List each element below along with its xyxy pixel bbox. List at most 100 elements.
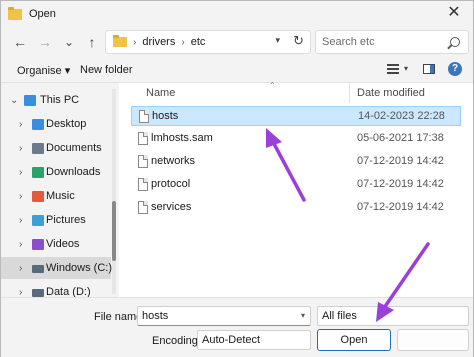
encoding-label: Encoding:: [152, 335, 201, 347]
address-bar[interactable]: › drivers › etc ▾ ↻: [105, 30, 311, 54]
column-header-date-modified[interactable]: Date modified: [357, 87, 425, 105]
preview-pane-icon[interactable]: [423, 64, 435, 74]
chevron-down-icon[interactable]: ▾: [301, 311, 305, 320]
chevron-down-icon[interactable]: ⌄: [10, 95, 18, 106]
encoding-value: Auto-Detect: [202, 334, 261, 346]
file-row-hosts[interactable]: hosts 14-02-2023 22:28: [131, 106, 461, 126]
file-row-lmhosts[interactable]: lmhosts.sam 05-06-2021 17:38: [131, 129, 461, 149]
chevron-right-icon[interactable]: ›: [19, 215, 22, 226]
chevron-right-icon[interactable]: ›: [19, 167, 22, 178]
navigation-bar: ← → ⌄ ↑ › drivers › etc ▾ ↻ Search etc: [1, 27, 473, 57]
file-icon: [138, 155, 148, 168]
file-name-input[interactable]: hosts: [142, 310, 168, 322]
sidebar-item-videos[interactable]: › Videos: [1, 233, 111, 255]
chevron-right-icon[interactable]: ›: [19, 287, 22, 298]
computer-icon: [24, 94, 36, 106]
open-dialog: Open ✕ ← → ⌄ ↑ › drivers › etc ▾ ↻ Searc…: [0, 0, 474, 357]
search-input[interactable]: Search etc: [322, 36, 375, 48]
sidebar-item-label: This PC: [40, 94, 80, 106]
refresh-icon[interactable]: ↻: [293, 33, 304, 49]
sidebar-item-music[interactable]: › Music: [1, 185, 111, 207]
videos-icon: [32, 238, 44, 250]
file-name: lmhosts.sam: [151, 132, 213, 144]
file-name: services: [151, 201, 192, 213]
sidebar-item-this-pc[interactable]: ⌄ This PC: [1, 89, 111, 111]
sidebar-item-downloads[interactable]: › Downloads: [1, 161, 111, 183]
new-folder-button[interactable]: New folder: [80, 64, 133, 76]
navigation-scrollbar-thumb[interactable]: [112, 201, 116, 261]
file-row-networks[interactable]: networks 07-12-2019 14:42: [131, 152, 461, 172]
chevron-right-icon[interactable]: ›: [19, 191, 22, 202]
chevron-right-icon: ›: [133, 36, 137, 48]
file-date: 14-02-2023 22:28: [358, 110, 445, 122]
file-name: hosts: [152, 110, 179, 122]
sidebar-item-documents[interactable]: › Documents: [1, 137, 111, 159]
sidebar-item-data-d[interactable]: › Data (D:): [1, 281, 111, 297]
close-icon[interactable]: ✕: [445, 4, 463, 22]
sidebar-item-pictures[interactable]: › Pictures: [1, 209, 111, 231]
chevron-right-icon[interactable]: ›: [19, 239, 22, 250]
breadcrumb-drivers[interactable]: drivers: [142, 36, 175, 48]
file-date: 07-12-2019 14:42: [357, 155, 444, 167]
recent-locations-icon[interactable]: ⌄: [60, 32, 78, 52]
file-icon: [138, 132, 148, 145]
file-type-value: All files: [322, 310, 357, 322]
sidebar-item-label: Documents: [46, 142, 102, 154]
view-options-icon[interactable]: [387, 64, 399, 74]
breadcrumb-etc[interactable]: etc: [191, 36, 206, 48]
drive-icon: [32, 265, 44, 273]
file-icon: [139, 110, 149, 123]
sidebar-item-label: Music: [46, 190, 75, 202]
up-arrow-icon[interactable]: ↑: [83, 32, 101, 52]
pictures-icon: [32, 214, 44, 226]
search-box[interactable]: Search etc: [315, 30, 469, 54]
sidebar-item-label: Videos: [46, 238, 80, 250]
chevron-right-icon: ›: [181, 36, 185, 48]
documents-icon: [32, 142, 44, 154]
forward-arrow-icon[interactable]: →: [36, 32, 54, 52]
file-date: 07-12-2019 14:42: [357, 178, 444, 190]
file-row-services[interactable]: services 07-12-2019 14:42: [131, 198, 461, 218]
navigation-pane: ⌄ This PC › Desktop › Documents › Downlo…: [1, 83, 119, 297]
sidebar-item-label: Downloads: [46, 166, 101, 178]
back-arrow-icon[interactable]: ←: [11, 32, 29, 52]
chevron-right-icon[interactable]: ›: [19, 143, 22, 154]
title-bar: Open ✕: [1, 1, 473, 27]
column-header-name[interactable]: Name: [146, 87, 175, 105]
chevron-down-icon[interactable]: ▾: [404, 64, 408, 73]
folder-icon: [113, 35, 127, 47]
search-icon: [450, 37, 460, 47]
cancel-button[interactable]: [397, 329, 469, 351]
file-date: 05-06-2021 17:38: [357, 132, 444, 144]
chevron-right-icon[interactable]: ›: [19, 119, 22, 130]
file-list: ⌃ Name Date modified hosts 14-02-2023 22…: [119, 81, 473, 297]
drive-icon: [32, 289, 44, 297]
chevron-right-icon[interactable]: ›: [19, 263, 22, 274]
chevron-down-icon[interactable]: ▾: [275, 35, 280, 46]
file-name-field[interactable]: hosts ▾: [137, 306, 311, 326]
sidebar-item-label: Data (D:): [46, 286, 91, 297]
sidebar-item-label: Pictures: [46, 214, 86, 226]
folder-icon: [8, 6, 22, 20]
file-type-select[interactable]: All files: [317, 306, 469, 326]
file-icon: [138, 201, 148, 214]
navigation-scrollbar[interactable]: [112, 89, 116, 294]
sidebar-item-windows-c[interactable]: › Windows (C:): [1, 257, 112, 279]
help-icon[interactable]: ?: [448, 62, 462, 76]
encoding-select[interactable]: Auto-Detect: [197, 330, 311, 350]
column-divider[interactable]: [349, 83, 350, 103]
window-title: Open: [29, 8, 56, 20]
desktop-icon: [32, 118, 44, 130]
file-date: 07-12-2019 14:42: [357, 201, 444, 213]
music-icon: [32, 190, 44, 202]
file-icon: [138, 178, 148, 191]
dialog-footer: File name: hosts ▾ All files Encoding: A…: [1, 297, 473, 357]
sidebar-item-desktop[interactable]: › Desktop: [1, 113, 111, 135]
file-row-protocol[interactable]: protocol 07-12-2019 14:42: [131, 175, 461, 195]
downloads-icon: [32, 166, 44, 178]
sort-arrow-icon: ⌃: [269, 81, 276, 90]
sidebar-item-label: Desktop: [46, 118, 87, 130]
file-name: protocol: [151, 178, 191, 190]
open-button[interactable]: Open: [317, 329, 391, 351]
organise-button[interactable]: Organise ▾: [17, 64, 70, 77]
